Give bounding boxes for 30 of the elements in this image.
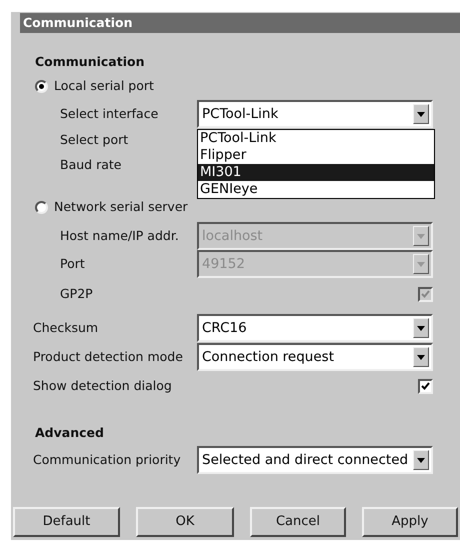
window-title: Communication	[20, 13, 460, 33]
field-label: Product detection mode	[32, 348, 183, 366]
section-heading: Communication	[34, 52, 144, 71]
dropdown[interactable]: Connection request	[197, 343, 433, 371]
dialog-button[interactable]: OK	[136, 507, 234, 537]
section-heading: Advanced	[34, 424, 104, 442]
radio-button[interactable]	[35, 80, 48, 92]
field-label: GP2P	[59, 284, 93, 303]
field-label: Port	[59, 254, 85, 273]
dropdown-option[interactable]: GENIeye	[198, 181, 434, 198]
field-label: Select interface	[59, 104, 158, 123]
dropdown-option[interactable]: Flipper	[198, 147, 434, 164]
dropdown[interactable]: PCTool-Link	[197, 100, 433, 128]
field-label: Checksum	[32, 318, 98, 337]
field-label: Baud rate	[59, 156, 122, 174]
dropdown[interactable]: CRC16	[197, 314, 433, 342]
field-label: Select port	[59, 130, 128, 149]
field-label: Communication priority	[32, 450, 181, 469]
radio-button[interactable]	[35, 200, 48, 214]
radio-label[interactable]: Local serial port	[54, 76, 154, 96]
dropdown-option[interactable]: MI301	[198, 164, 434, 181]
dialog-button[interactable]: Apply	[362, 507, 458, 537]
field-label: Show detection dialog	[32, 376, 172, 395]
radio-label[interactable]: Network serial server	[54, 198, 188, 216]
checkbox[interactable]	[418, 378, 433, 394]
dropdown-option[interactable]: PCTool-Link	[198, 130, 434, 147]
dialog-button[interactable]: Default	[13, 507, 120, 537]
field-label: Host name/IP addr.	[59, 226, 179, 245]
dialog-button[interactable]: Cancel	[250, 507, 346, 537]
dropdown[interactable]: Selected and direct connected	[197, 446, 433, 474]
